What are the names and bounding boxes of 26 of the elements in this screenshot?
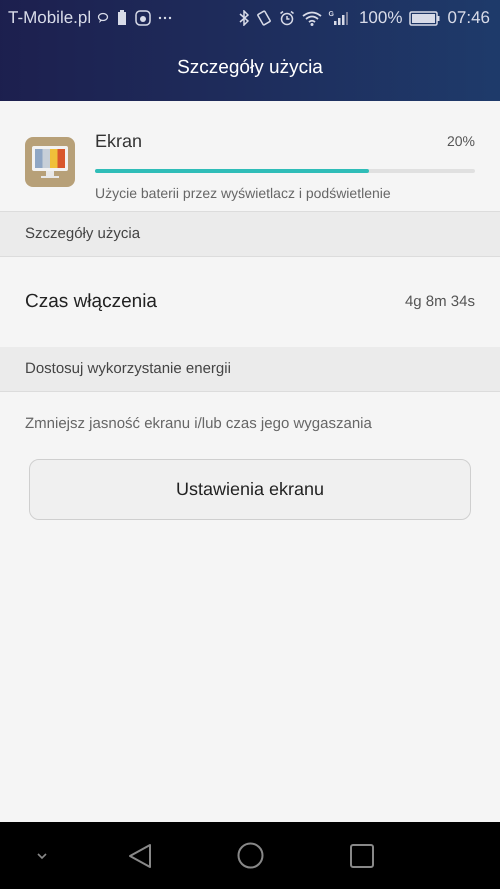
bluetooth-icon (238, 10, 249, 26)
usage-description: Użycie baterii przez wyświetlacz i podświetlenie (95, 184, 392, 203)
back-icon[interactable] (128, 842, 152, 868)
home-icon[interactable] (237, 842, 264, 869)
carrier-name: T-Mobile.pl (8, 7, 92, 30)
section-header: Szczegóły użycia (0, 212, 500, 257)
more-icon (158, 16, 172, 20)
usage-percent: 20% (446, 132, 475, 151)
message-icon (97, 12, 110, 24)
item-name: Ekran (95, 130, 142, 153)
recents-icon[interactable] (350, 844, 374, 868)
row-value: 4g 8m 34s (404, 292, 475, 312)
monitor-icon (25, 137, 75, 187)
battery-percent: 100% (358, 7, 402, 30)
signal-icon (334, 11, 348, 25)
clock-time: 07:46 (447, 7, 490, 30)
battery-icon (409, 10, 440, 26)
hint-text: Zmniejsz jasność ekranu i/lub czas jego wygaszania (25, 415, 372, 432)
chevron-down-icon[interactable] (36, 852, 48, 860)
wifi-icon (302, 10, 322, 26)
screen-settings-button[interactable]: Ustawienia ekranu (29, 459, 471, 520)
page-title: Szczegóły użycia (177, 56, 323, 80)
row-label: Czas włączenia (25, 290, 157, 314)
app-notification-icon (135, 10, 152, 26)
alarm-icon (278, 10, 295, 26)
section-header: Dostosuj wykorzystanie energii (0, 347, 500, 392)
